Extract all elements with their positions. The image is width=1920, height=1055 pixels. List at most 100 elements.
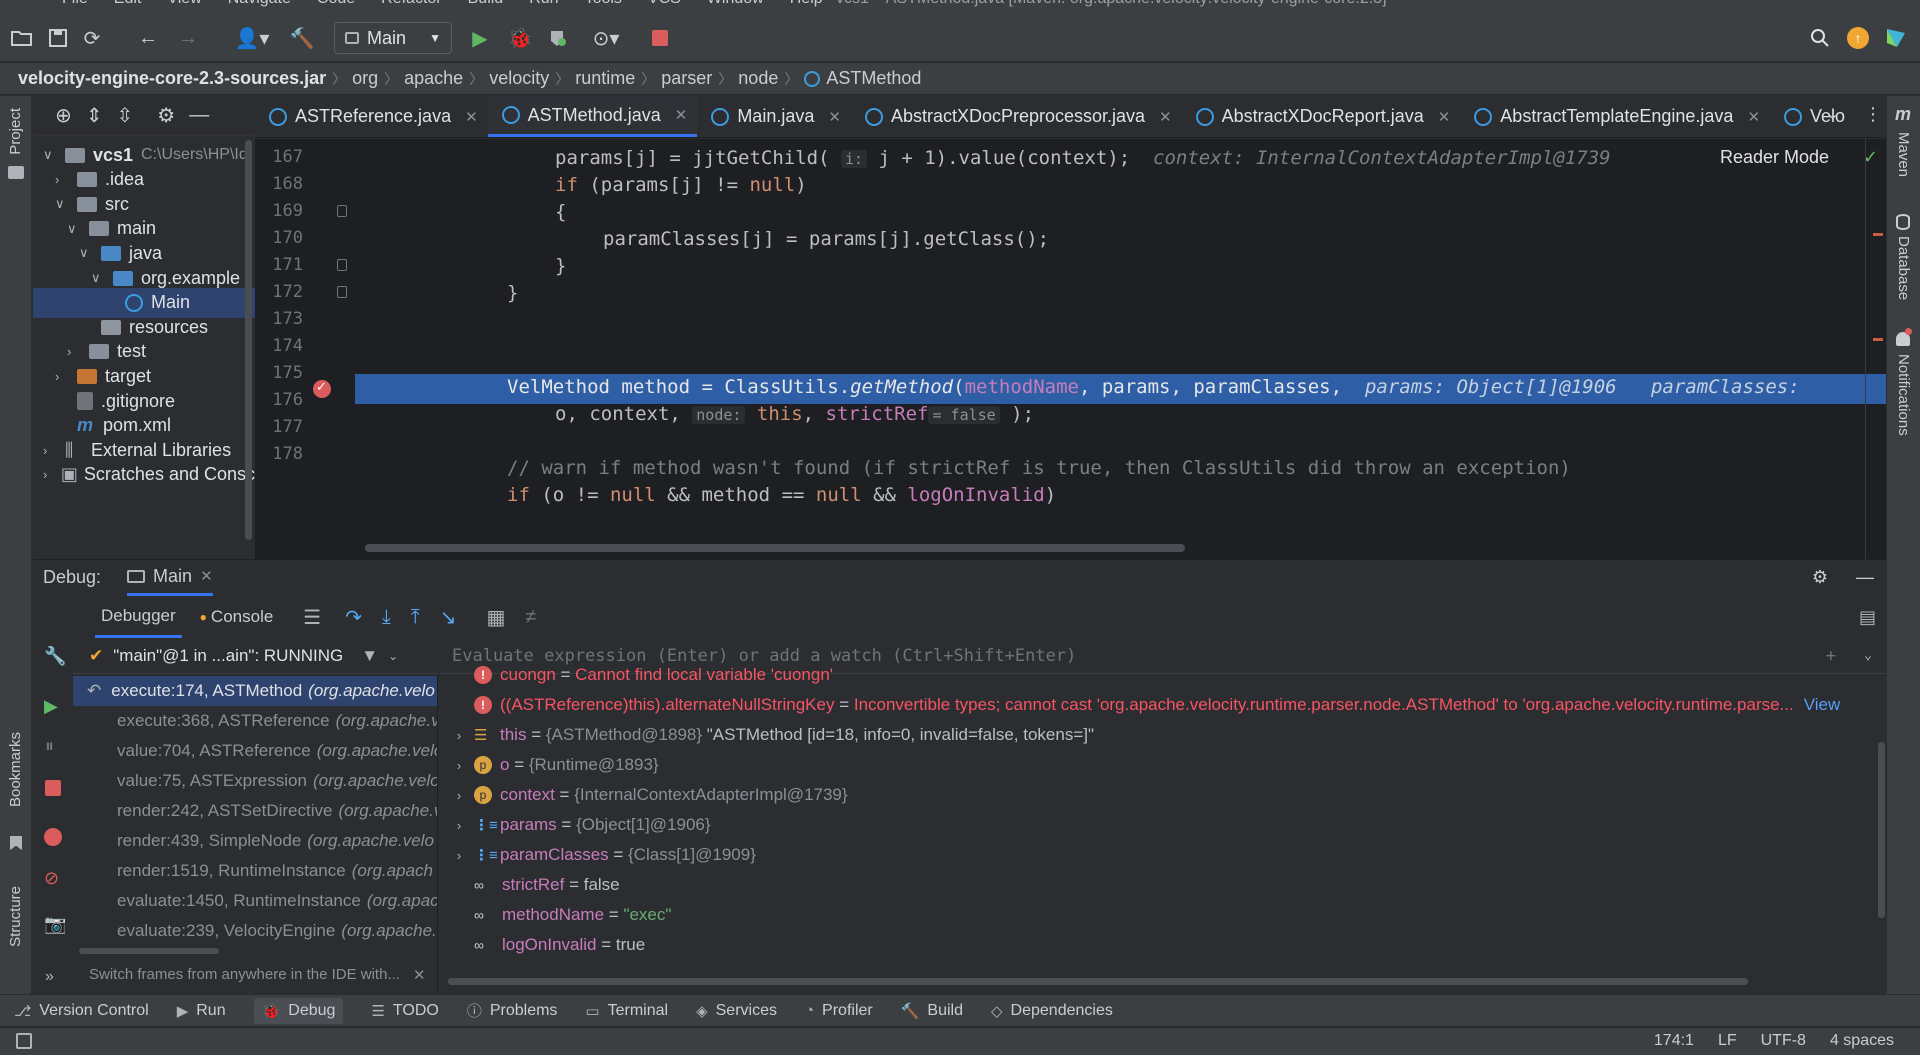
- database-tool-button[interactable]: Database: [1895, 236, 1912, 300]
- breadcrumb-item[interactable]: parser: [661, 68, 712, 89]
- chevron-down-icon[interactable]: ∨: [67, 221, 83, 237]
- menu-item-help[interactable]: Help: [790, 0, 823, 8]
- profile-icon[interactable]: ⊙▾: [586, 26, 626, 50]
- caret-position[interactable]: 174:1: [1654, 1032, 1694, 1050]
- sync-icon[interactable]: ⟳: [80, 26, 104, 50]
- chevron-down-icon[interactable]: ∨: [43, 147, 59, 163]
- gear-icon[interactable]: ⚙: [1812, 567, 1828, 588]
- coverage-icon[interactable]: [546, 26, 570, 50]
- close-hint-icon[interactable]: ✕: [413, 966, 426, 984]
- chevron-right-icon[interactable]: ›: [43, 467, 55, 482]
- reader-mode-button[interactable]: Reader Mode: [1720, 147, 1829, 168]
- menu-item-build[interactable]: Build: [468, 0, 504, 8]
- editor-h-scrollbar[interactable]: [365, 544, 1185, 552]
- variable-row[interactable]: › p o = {Runtime@1893}: [440, 750, 659, 780]
- editor-tab[interactable]: ASTReference.java ✕: [255, 96, 488, 137]
- back-icon[interactable]: ←: [136, 26, 160, 50]
- bottom-tab-terminal[interactable]: ▭ Terminal: [585, 1002, 668, 1020]
- stack-frame[interactable]: render:242, ASTSetDirective (org.apache.v: [73, 796, 437, 826]
- stack-frame[interactable]: execute:368, ASTReference (org.apache.vel…: [73, 706, 437, 736]
- bottom-tab-run[interactable]: ▶ Run: [177, 1002, 226, 1020]
- breadcrumb-item[interactable]: node: [738, 68, 778, 89]
- variable-row[interactable]: ! cuongn = Cannot find local variable 'cu…: [440, 660, 833, 690]
- forward-icon[interactable]: →: [176, 26, 200, 50]
- menu-item-edit[interactable]: Edit: [114, 0, 142, 8]
- tool-windows-icon[interactable]: [16, 1033, 32, 1049]
- view-breakpoints-icon[interactable]: [44, 828, 62, 846]
- chevron-right-icon[interactable]: ›: [444, 818, 474, 833]
- step-over-icon[interactable]: ↷: [345, 605, 362, 630]
- bottom-tab-build[interactable]: 🔨 Build: [901, 1002, 963, 1020]
- notifications-tool-button[interactable]: Notifications: [1895, 354, 1912, 436]
- pause-icon[interactable]: ⏸: [45, 736, 54, 757]
- variables-v-scrollbar[interactable]: [1878, 742, 1885, 918]
- close-tab-icon[interactable]: ✕: [465, 108, 478, 126]
- jetbrains-logo-icon[interactable]: [1884, 26, 1908, 50]
- trace-icon[interactable]: ≠: [525, 606, 536, 629]
- close-tab-icon[interactable]: ✕: [675, 106, 688, 124]
- chevron-down-icon[interactable]: ∨: [79, 245, 95, 261]
- wrench-icon[interactable]: 🔧: [44, 646, 66, 667]
- variable-row[interactable]: ∞ logOnInvalid = true: [440, 930, 645, 960]
- chevron-down-icon[interactable]: ⌄: [1864, 648, 1872, 663]
- editor-tab[interactable]: Velo: [1770, 96, 1855, 137]
- stack-frame[interactable]: value:704, ASTReference (org.apache.velo: [73, 736, 437, 766]
- chevron-right-icon[interactable]: ›: [55, 369, 71, 384]
- breakpoint-icon[interactable]: [313, 379, 331, 398]
- bottom-tab-services[interactable]: ◈ Services: [696, 1002, 777, 1020]
- chevron-down-icon[interactable]: ∨: [55, 196, 71, 212]
- debug-session-tab[interactable]: Main ✕: [127, 560, 213, 596]
- frames-h-scrollbar[interactable]: [79, 948, 219, 954]
- hide-icon[interactable]: —: [189, 104, 209, 127]
- stack-frame[interactable]: ↶ execute:174, ASTMethod (org.apache.velo: [73, 676, 437, 706]
- chevron-right-icon[interactable]: ›: [444, 728, 474, 743]
- thread-selector[interactable]: ✔ "main"@1 in ...ain": RUNNING ▼ ⌄: [73, 638, 438, 674]
- project-scrollbar[interactable]: [245, 140, 252, 540]
- menu-lines-icon[interactable]: ☰: [303, 605, 321, 630]
- run-config-select[interactable]: Main ▼: [334, 22, 452, 54]
- close-icon[interactable]: ✕: [200, 567, 213, 585]
- step-into-icon[interactable]: ⤓: [382, 606, 391, 629]
- editor-tab[interactable]: AbstractXDocReport.java ✕: [1182, 96, 1461, 137]
- close-tab-icon[interactable]: ✕: [1159, 108, 1172, 126]
- file-encoding[interactable]: UTF-8: [1761, 1032, 1806, 1050]
- menu-item-refactor[interactable]: Refactor: [381, 0, 441, 8]
- build-hammer-icon[interactable]: 🔨: [290, 26, 315, 50]
- indent-setting[interactable]: 4 spaces: [1830, 1032, 1894, 1050]
- bottom-tab-todo[interactable]: ☰ TODO: [371, 1002, 438, 1020]
- evaluate-table-icon[interactable]: ▦: [486, 605, 505, 630]
- camera-icon[interactable]: 📷: [44, 914, 66, 935]
- fold-marker-icon[interactable]: [337, 286, 347, 298]
- locate-icon[interactable]: ⊕: [55, 103, 72, 128]
- bottom-tab-version-control[interactable]: ⎇ Version Control: [14, 1002, 149, 1020]
- user-icon[interactable]: 👤▾: [232, 26, 272, 50]
- bookmarks-tool-button[interactable]: Bookmarks: [7, 732, 24, 807]
- mute-breakpoints-icon[interactable]: ⊘: [44, 868, 59, 889]
- error-stripe-mark[interactable]: [1873, 233, 1883, 236]
- project-tree-item[interactable]: › ▣ Scratches and Consc: [33, 460, 255, 490]
- breadcrumb-item[interactable]: runtime: [575, 68, 635, 89]
- breadcrumb-item[interactable]: ASTMethod: [826, 68, 921, 89]
- bottom-tab-dependencies[interactable]: ◇ Dependencies: [991, 1002, 1113, 1020]
- project-tool-button[interactable]: Project: [7, 108, 24, 155]
- run-to-cursor-icon[interactable]: ↘: [440, 605, 457, 630]
- more-icon[interactable]: ⋮: [1864, 104, 1882, 125]
- menu-item-file[interactable]: File: [62, 0, 88, 8]
- variable-row[interactable]: ! ((ASTReference)this).alternateNullStrin…: [440, 690, 1840, 720]
- code-editor[interactable]: 167 168 169 170 171 172 173 174 175 176 177 178 par…: [255, 139, 1886, 559]
- editor-tab[interactable]: AbstractTemplateEngine.java ✕: [1460, 96, 1770, 137]
- open-folder-icon[interactable]: [10, 26, 34, 50]
- variable-row[interactable]: › ☰ this = {ASTMethod@1898} "ASTMethod [id…: [440, 720, 1094, 750]
- breadcrumb-item[interactable]: org: [352, 68, 378, 89]
- line-separator[interactable]: LF: [1718, 1032, 1737, 1050]
- collapse-all-icon[interactable]: ⇳: [117, 103, 134, 128]
- minimize-icon[interactable]: —: [1856, 567, 1874, 588]
- stop-icon[interactable]: [45, 780, 61, 796]
- breadcrumb-item[interactable]: velocity: [489, 68, 549, 89]
- stack-frame[interactable]: value:75, ASTExpression (org.apache.veloc: [73, 766, 437, 796]
- stack-frame[interactable]: render:1519, RuntimeInstance (org.apach: [73, 856, 437, 886]
- menu-item-window[interactable]: Window: [707, 0, 764, 8]
- bottom-tab-problems[interactable]: ⓘ Problems: [467, 1000, 558, 1021]
- close-tab-icon[interactable]: ✕: [1747, 108, 1760, 126]
- resume-icon[interactable]: ▶: [44, 696, 58, 717]
